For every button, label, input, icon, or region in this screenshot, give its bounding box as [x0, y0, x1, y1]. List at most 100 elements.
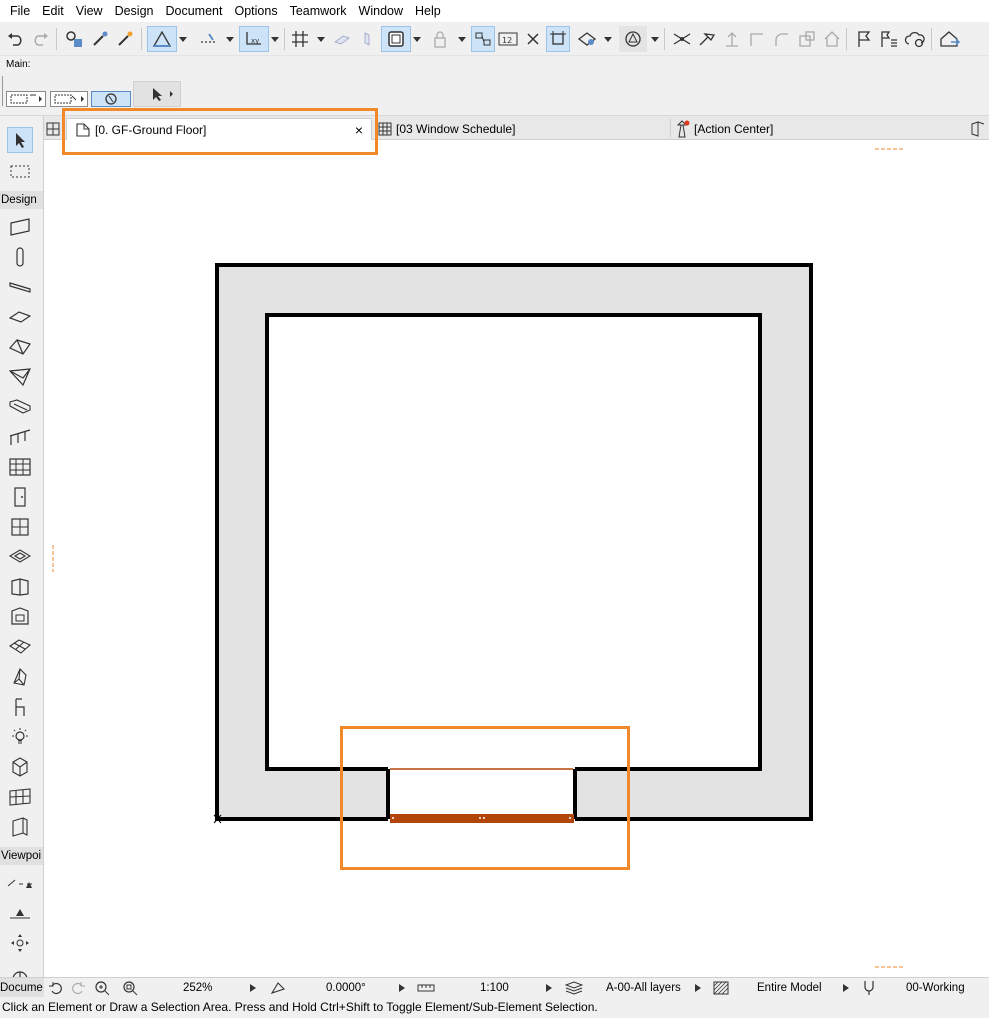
menu-file[interactable]: File — [4, 0, 36, 22]
shell-tool-icon[interactable] — [7, 364, 33, 390]
rotate-left-icon[interactable] — [48, 978, 64, 998]
issue-list-icon[interactable] — [877, 26, 901, 52]
cloud-sync-icon[interactable] — [902, 26, 928, 52]
chevron-down-icon[interactable] — [316, 26, 326, 52]
chevron-down-icon[interactable] — [270, 26, 280, 52]
arrow-tool-icon[interactable] — [7, 127, 33, 153]
wall-tool-icon[interactable] — [7, 214, 33, 240]
orientation-value[interactable]: 0.0000° — [326, 978, 366, 998]
guide-lines-icon[interactable] — [147, 26, 177, 52]
railing-tool-icon[interactable] — [7, 424, 33, 450]
mesh-tool-icon[interactable] — [7, 634, 33, 660]
menu-view[interactable]: View — [70, 0, 109, 22]
tab-action-center[interactable]: [Action Center] — [672, 118, 962, 140]
skylight-tool-icon[interactable] — [7, 544, 33, 570]
lock-icon[interactable] — [428, 26, 452, 52]
scale-menu-arrow[interactable] — [546, 978, 552, 998]
marquee-method-button[interactable] — [50, 91, 88, 107]
chevron-down-icon[interactable] — [225, 26, 235, 52]
cross-icon[interactable] — [521, 26, 545, 52]
floor-plan-canvas[interactable] — [44, 140, 989, 978]
arrow-tool-button[interactable] — [133, 81, 181, 107]
section-tool-icon[interactable] — [7, 870, 33, 896]
selection-method-button[interactable] — [6, 91, 46, 107]
camera-tool-icon[interactable] — [7, 930, 33, 956]
toolbox-document-section[interactable]: Docume — [0, 978, 44, 998]
tab-ground-floor[interactable]: [0. GF-Ground Floor] × — [66, 118, 372, 140]
pen-set-value[interactable]: 00-Working — [906, 978, 965, 998]
menu-teamwork[interactable]: Teamwork — [284, 0, 353, 22]
syringe-icon[interactable] — [113, 26, 137, 52]
split-icon[interactable] — [670, 26, 694, 52]
toolbox-viewpoint-section[interactable]: Viewpoi — [0, 847, 43, 865]
chevron-down-icon[interactable] — [650, 26, 660, 52]
shapes-icon[interactable] — [619, 26, 647, 52]
layout-icon[interactable] — [471, 26, 495, 52]
menu-design[interactable]: Design — [109, 0, 160, 22]
marquee-tool-icon[interactable] — [7, 158, 33, 184]
curtain-grid-tool-icon[interactable] — [7, 784, 33, 810]
menu-help[interactable]: Help — [409, 0, 447, 22]
roof-tool-icon[interactable] — [7, 334, 33, 360]
interior-elevation-tool-icon[interactable] — [7, 958, 33, 978]
slab-tool-icon[interactable] — [7, 304, 33, 330]
chevron-down-icon[interactable] — [412, 26, 422, 52]
trace-icon[interactable] — [330, 26, 354, 52]
menu-options[interactable]: Options — [228, 0, 283, 22]
corner-window-tool-icon[interactable] — [7, 604, 33, 630]
tab-3d-view[interactable] — [970, 118, 989, 140]
rotate-right-icon[interactable] — [70, 978, 86, 998]
object-tool-icon[interactable] — [7, 694, 33, 720]
element-snap-icon[interactable] — [546, 26, 570, 52]
dimension-icon[interactable]: 12 — [496, 26, 520, 52]
lamp-tool-icon[interactable] — [7, 724, 33, 750]
zoom-in-icon[interactable] — [94, 978, 110, 998]
beam-tool-icon[interactable] — [7, 274, 33, 300]
menu-document[interactable]: Document — [160, 0, 229, 22]
snap-guides-icon[interactable] — [194, 26, 224, 52]
intersect-icon[interactable] — [745, 26, 769, 52]
orientation-menu-arrow[interactable] — [399, 978, 405, 998]
zoom-value[interactable]: 252% — [183, 978, 212, 998]
tab-overview[interactable] — [46, 118, 66, 140]
chevron-down-icon[interactable] — [178, 26, 188, 52]
angle-icon[interactable] — [270, 978, 286, 998]
pen-set-icon[interactable] — [862, 978, 876, 998]
menu-window[interactable]: Window — [353, 0, 409, 22]
grid-snap-icon[interactable] — [288, 26, 312, 52]
door-tool-icon[interactable] — [7, 484, 33, 510]
zoom-menu-arrow[interactable] — [250, 978, 256, 998]
resize-icon[interactable] — [795, 26, 819, 52]
adjust-icon[interactable] — [695, 26, 719, 52]
close-icon[interactable]: × — [355, 122, 363, 138]
chevron-down-icon[interactable] — [457, 26, 467, 52]
fillet-icon[interactable] — [770, 26, 794, 52]
layer-combination-value[interactable]: A-00-All layers — [606, 978, 681, 998]
model-view-icon[interactable] — [713, 978, 729, 998]
partial-structure-display-icon[interactable] — [381, 26, 411, 52]
morph-tool-icon[interactable] — [7, 664, 33, 690]
panel-tool-icon[interactable] — [7, 814, 33, 840]
eyedropper-icon[interactable] — [88, 26, 112, 52]
flag-icon[interactable] — [852, 26, 876, 52]
fit-zoom-icon[interactable] — [122, 978, 138, 998]
undo-icon[interactable] — [4, 26, 28, 52]
coordinate-input-icon[interactable]: xy — [239, 26, 269, 52]
model-view-menu-arrow[interactable] — [843, 978, 849, 998]
quick-selection-button[interactable] — [91, 91, 131, 107]
wall-end-tool-icon[interactable] — [7, 574, 33, 600]
menu-edit[interactable]: Edit — [36, 0, 70, 22]
column-tool-icon[interactable] — [7, 244, 33, 270]
surface-painter-icon[interactable] — [574, 26, 600, 52]
layers-icon[interactable] — [565, 978, 583, 998]
layers-menu-arrow[interactable] — [695, 978, 701, 998]
roof-icon[interactable] — [820, 26, 844, 52]
scale-value[interactable]: 1:100 — [480, 978, 509, 998]
elevation-tool-icon[interactable] — [7, 900, 33, 926]
toolbox-design-section[interactable]: Design — [0, 191, 43, 209]
curtain-wall-tool-icon[interactable] — [7, 454, 33, 480]
model-view-value[interactable]: Entire Model — [757, 978, 822, 998]
elevate-icon[interactable] — [720, 26, 744, 52]
zone-tool-icon[interactable] — [7, 754, 33, 780]
redo-icon[interactable] — [28, 26, 52, 52]
